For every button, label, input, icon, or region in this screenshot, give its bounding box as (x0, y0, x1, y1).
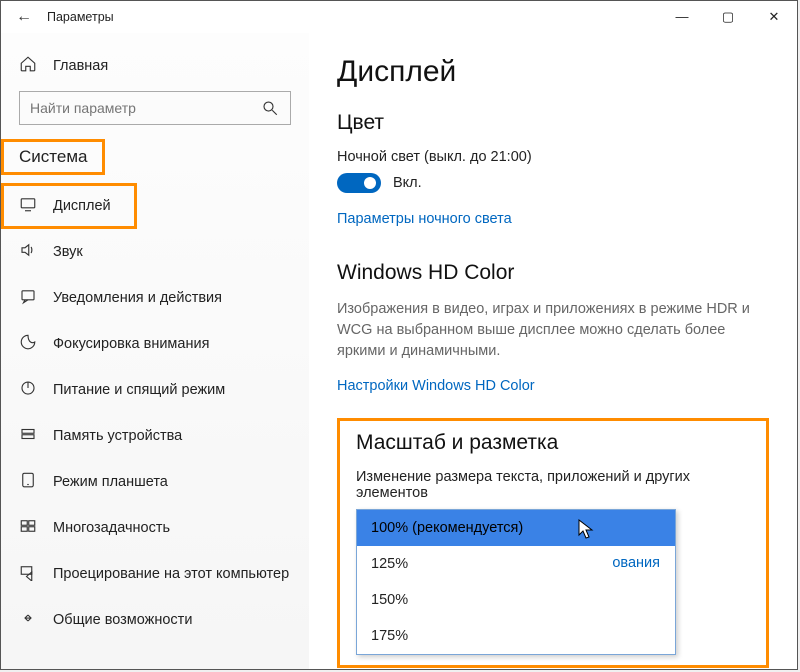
scale-option[interactable]: 100% (рекомендуется) (357, 510, 675, 546)
sidebar-item-projecting[interactable]: Проецирование на этот компьютер (1, 551, 309, 597)
settings-window: ← Параметры — ▢ ✕ Главная Систем (0, 0, 798, 670)
scale-label: Изменение размера текста, приложений и д… (356, 469, 750, 501)
hd-color-description: Изображения в видео, играх и приложениях… (337, 299, 769, 362)
scale-dropdown[interactable]: 100% (рекомендуется) 125% 150% 175% (356, 509, 676, 655)
night-light-label: Ночной свет (выкл. до 21:00) (337, 149, 769, 165)
page-title: Дисплей (337, 55, 769, 89)
sidebar-item-power[interactable]: Питание и спящий режим (1, 367, 309, 413)
nav: Дисплей Звук Уведомления и действия (1, 183, 309, 643)
sidebar-item-notifications[interactable]: Уведомления и действия (1, 275, 309, 321)
section-color: Цвет (337, 111, 769, 135)
sidebar-item-label: Уведомления и действия (53, 290, 222, 306)
storage-icon (19, 425, 37, 447)
window-title: Параметры (47, 10, 114, 24)
night-light-toggle-row: Вкл. (337, 173, 769, 193)
sidebar-item-sound[interactable]: Звук (1, 229, 309, 275)
titlebar: ← Параметры — ▢ ✕ (1, 1, 797, 33)
sidebar-item-focus[interactable]: Фокусировка внимания (1, 321, 309, 367)
scale-section: Масштаб и разметка Изменение размера тек… (337, 418, 769, 668)
sidebar-item-label: Фокусировка внимания (53, 336, 209, 352)
window-controls: — ▢ ✕ (659, 1, 797, 33)
sidebar-item-shared[interactable]: Общие возможности (1, 597, 309, 643)
sidebar-item-label: Многозадачность (53, 520, 170, 536)
display-icon (19, 195, 37, 217)
sidebar-item-label: Проецирование на этот компьютер (53, 566, 289, 582)
home-label: Главная (53, 58, 108, 74)
search-icon (261, 99, 279, 120)
sidebar-item-label: Память устройства (53, 428, 182, 444)
multitasking-icon (19, 517, 37, 539)
partial-link-text[interactable]: ования (612, 555, 660, 571)
search-input[interactable] (19, 91, 291, 125)
minimize-button[interactable]: — (659, 1, 705, 33)
sidebar: Главная Система Дисплей (1, 33, 309, 669)
hd-color-settings-link[interactable]: Настройки Windows HD Color (337, 378, 535, 394)
notifications-icon (19, 287, 37, 309)
home-link[interactable]: Главная (1, 45, 309, 91)
sidebar-item-display[interactable]: Дисплей (1, 183, 137, 229)
shared-icon (19, 609, 37, 631)
sound-icon (19, 241, 37, 263)
night-light-toggle[interactable] (337, 173, 381, 193)
toggle-knob (364, 177, 376, 189)
sidebar-item-label: Режим планшета (53, 474, 168, 490)
back-button[interactable]: ← (1, 8, 47, 26)
scale-option[interactable]: 150% (357, 582, 675, 618)
section-hd-color: Windows HD Color (337, 261, 769, 285)
night-light-settings-link[interactable]: Параметры ночного света (337, 211, 512, 227)
sidebar-item-tablet[interactable]: Режим планшета (1, 459, 309, 505)
power-icon (19, 379, 37, 401)
close-button[interactable]: ✕ (751, 1, 797, 33)
maximize-button[interactable]: ▢ (705, 1, 751, 33)
sidebar-item-storage[interactable]: Память устройства (1, 413, 309, 459)
sidebar-item-label: Питание и спящий режим (53, 382, 225, 398)
search-box[interactable] (19, 91, 291, 125)
sidebar-item-label: Общие возможности (53, 612, 192, 628)
content: Дисплей Цвет Ночной свет (выкл. до 21:00… (309, 33, 797, 669)
category-heading: Система (1, 139, 105, 175)
sidebar-item-multitasking[interactable]: Многозадачность (1, 505, 309, 551)
sidebar-item-label: Дисплей (53, 198, 111, 214)
tablet-icon (19, 471, 37, 493)
toggle-state-label: Вкл. (393, 175, 422, 191)
body: Главная Система Дисплей (1, 33, 797, 669)
home-icon (19, 55, 37, 77)
focus-icon (19, 333, 37, 355)
section-scale: Масштаб и разметка (356, 431, 750, 455)
scale-option[interactable]: 175% (357, 618, 675, 654)
projecting-icon (19, 563, 37, 585)
sidebar-item-label: Звук (53, 244, 83, 260)
